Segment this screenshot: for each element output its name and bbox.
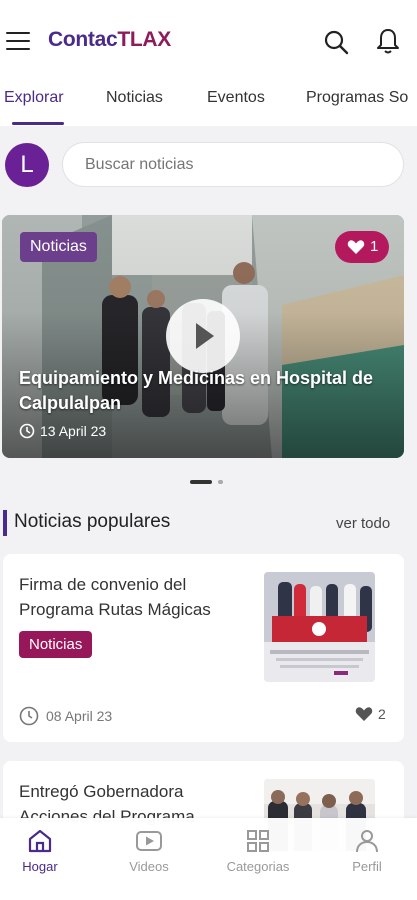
category-tabs: Explorar Noticias Eventos Programas So: [0, 82, 417, 126]
news-category-chip[interactable]: Noticias: [19, 631, 93, 658]
avatar[interactable]: L: [5, 143, 49, 187]
news-card-date: 08 April 23: [19, 706, 112, 726]
heart-icon: [347, 240, 365, 254]
active-tab-indicator: [12, 122, 64, 125]
home-icon: [28, 829, 52, 853]
search-icon[interactable]: [323, 29, 349, 55]
nav-categorias[interactable]: Categorias: [218, 828, 298, 874]
nav-videos[interactable]: Videos: [109, 828, 189, 874]
featured-news-title[interactable]: Equipamiento y Medicinas en Hospital de …: [19, 366, 391, 416]
app-logo: ContacTLAX: [48, 28, 172, 51]
section-title: Noticias populares: [14, 511, 171, 532]
bottom-navigation: Hogar Videos Categorias Perfil: [0, 818, 417, 900]
carousel-dot-active[interactable]: [190, 480, 212, 484]
featured-news-card[interactable]: Noticias 1 Equipamiento y Medicinas en H…: [2, 215, 404, 458]
clock-icon: [19, 423, 35, 439]
carousel-dot[interactable]: [218, 480, 223, 484]
section-accent-bar: [3, 510, 7, 536]
news-card-likes[interactable]: 2: [355, 706, 386, 722]
tab-eventos[interactable]: Eventos: [207, 89, 265, 107]
see-all-link[interactable]: ver todo: [336, 515, 390, 532]
featured-like-count: 1: [370, 238, 379, 255]
user-icon: [356, 830, 378, 853]
video-icon: [136, 831, 162, 851]
heart-icon: [355, 707, 373, 721]
news-card-title[interactable]: Firma de convenio del Programa Rutas Mág…: [19, 572, 239, 622]
nav-hogar[interactable]: Hogar: [0, 828, 80, 874]
tab-explorar[interactable]: Explorar: [4, 89, 64, 107]
clock-icon: [19, 706, 39, 726]
menu-icon[interactable]: [6, 32, 30, 52]
tab-noticias[interactable]: Noticias: [106, 89, 163, 107]
tab-programas-sociales[interactable]: Programas So: [306, 89, 408, 107]
bell-icon[interactable]: [375, 27, 401, 55]
play-button[interactable]: [166, 299, 240, 373]
grid-icon: [247, 830, 269, 852]
news-card[interactable]: Firma de convenio del Programa Rutas Mág…: [3, 554, 404, 742]
app-header: ContacTLAX: [0, 0, 417, 82]
nav-perfil[interactable]: Perfil: [327, 828, 407, 874]
play-icon: [196, 323, 214, 349]
featured-category-chip[interactable]: Noticias: [20, 232, 97, 262]
featured-like-button[interactable]: 1: [335, 231, 389, 263]
featured-news-date: 13 April 23: [19, 423, 106, 439]
news-thumbnail: [264, 572, 375, 682]
search-input[interactable]: [62, 142, 404, 187]
